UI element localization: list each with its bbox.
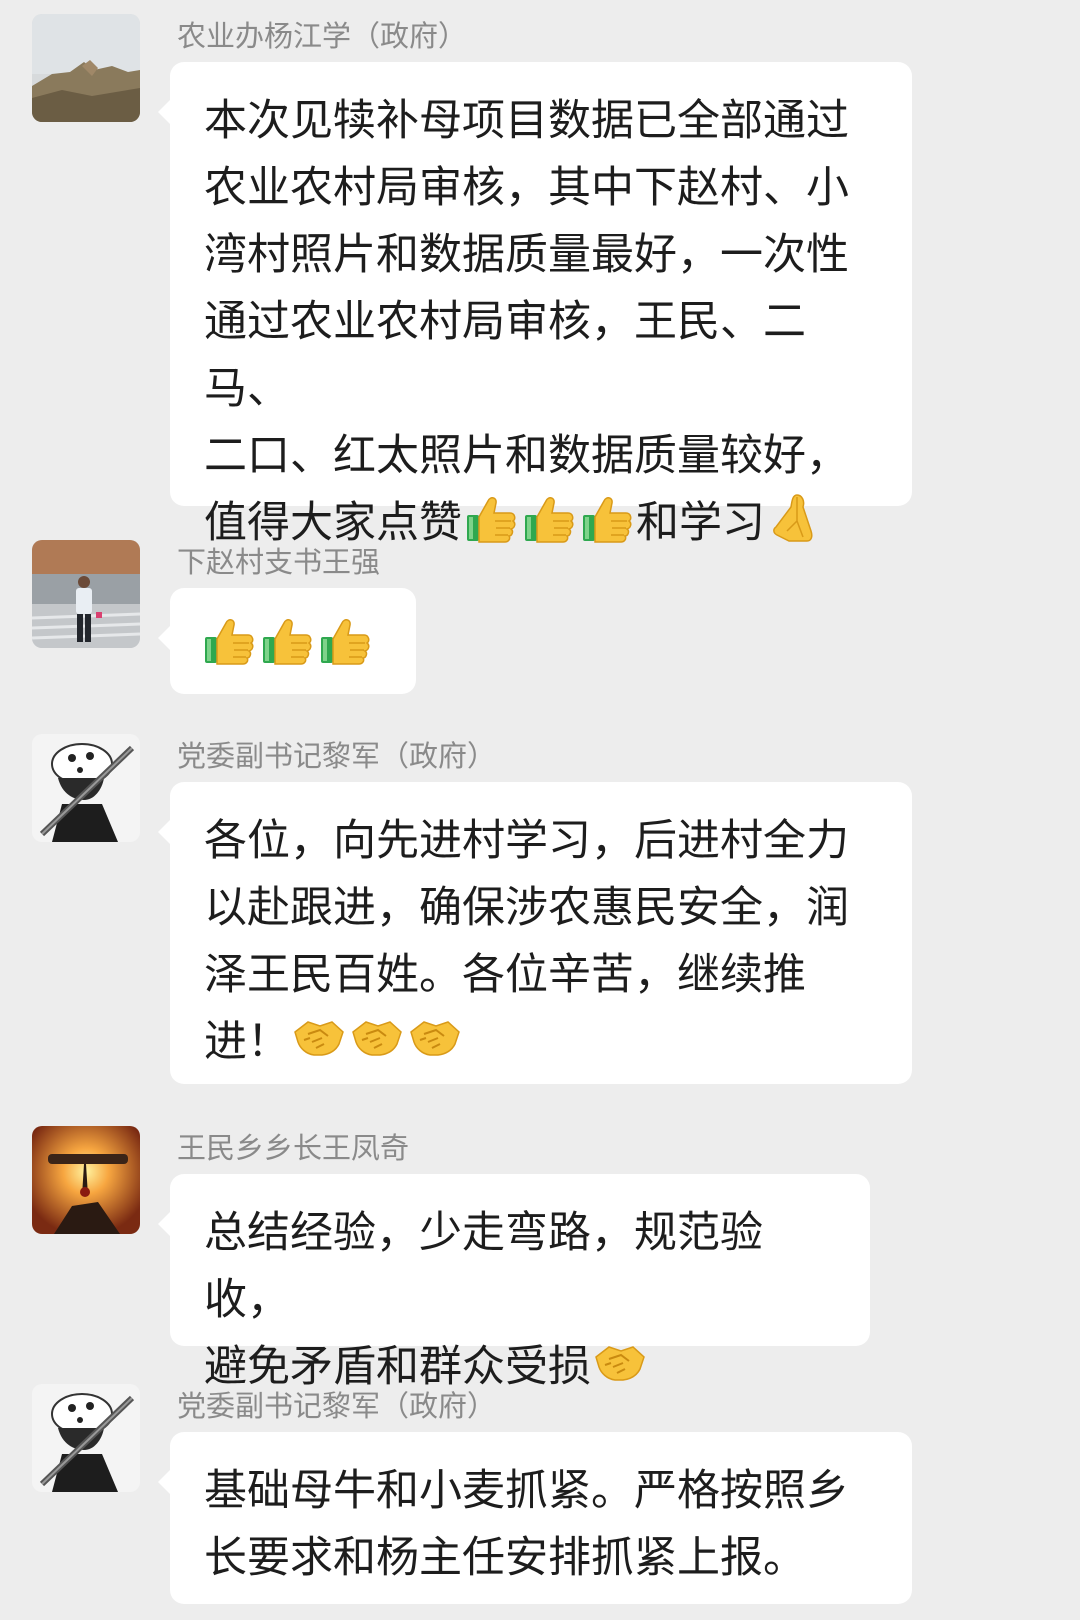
message-bubble[interactable]: 各位，向先进村学习，后进村全力 以赴跟进，确保涉农惠民安全，润 泽王民百姓。各位…: [158, 782, 912, 1084]
message-bubble[interactable]: 本次见犊补母项目数据已全部通过 农业农村局审核，其中下赵村、小 湾村照片和数据质…: [158, 62, 912, 548]
message-line: 长要求和杨主任安排抓紧上报。: [204, 1533, 806, 1583]
message-bubble[interactable]: 基础母牛和小麦抓紧。严格按照乡 长要求和杨主任安排抓紧上报。: [158, 1432, 912, 1604]
handshake-icon: [408, 1010, 462, 1064]
avatar[interactable]: [32, 540, 140, 648]
sender-name: 党委副书记黎军（政府）: [177, 739, 497, 773]
thumbs-up-icon: [318, 613, 372, 667]
message-line: 通过农业农村局审核，王民、二马、: [204, 297, 806, 414]
sender-name: 王民乡乡长王凤奇: [177, 1131, 410, 1165]
thumbs-up-icon: [580, 491, 634, 545]
message-line: 总结经验，少走弯路，规范验收，: [204, 1208, 763, 1325]
anime-avatar-icon: [32, 734, 140, 842]
message-line: 各位，向先进村学习，后进村全力: [204, 816, 849, 866]
person-avatar-icon: [32, 540, 140, 648]
message-line: 基础母牛和小麦抓紧。严格按照乡: [204, 1466, 849, 1516]
message-line: 湾村照片和数据质量最好，一次性: [204, 230, 849, 280]
message-text: 值得大家点赞: [204, 498, 462, 548]
thumbs-up-icon: [464, 491, 518, 545]
message-bubble[interactable]: [158, 588, 416, 694]
handshake-icon: [593, 1335, 647, 1389]
pray-icon: [767, 491, 821, 545]
thumbs-up-icon: [260, 613, 314, 667]
message-line: 泽王民百姓。各位辛苦，继续推: [204, 950, 806, 1000]
message-line: 二口、红太照片和数据质量较好，: [204, 431, 849, 481]
message-line: [200, 612, 386, 679]
anime-avatar-icon: [32, 1384, 140, 1492]
avatar[interactable]: [32, 1126, 140, 1234]
avatar[interactable]: [32, 734, 140, 842]
message-bubble[interactable]: 总结经验，少走弯路，规范验收， 避免矛盾和群众受损: [158, 1174, 870, 1392]
thumbs-up-icon: [522, 491, 576, 545]
message-text: 进！: [204, 1017, 290, 1067]
sunset-avatar-icon: [32, 1126, 140, 1234]
message-line: 农业农村局审核，其中下赵村、小: [204, 163, 849, 213]
avatar[interactable]: [32, 1384, 140, 1492]
sender-name: 下赵村支书王强: [177, 545, 381, 579]
handshake-icon: [292, 1010, 346, 1064]
landscape-avatar-icon: [32, 14, 140, 122]
sender-name: 党委副书记黎军（政府）: [177, 1389, 497, 1423]
avatar[interactable]: [32, 14, 140, 122]
message-text: 避免矛盾和群众受损: [204, 1342, 591, 1392]
thumbs-up-icon: [202, 613, 256, 667]
sender-name: 农业办杨江学（政府）: [177, 19, 468, 53]
handshake-icon: [350, 1010, 404, 1064]
message-line: 以赴跟进，确保涉农惠民安全，润: [204, 883, 849, 933]
message-line: 本次见犊补母项目数据已全部通过: [204, 96, 849, 146]
message-line: 进！: [204, 1009, 878, 1076]
message-text: 和学习: [636, 498, 765, 548]
